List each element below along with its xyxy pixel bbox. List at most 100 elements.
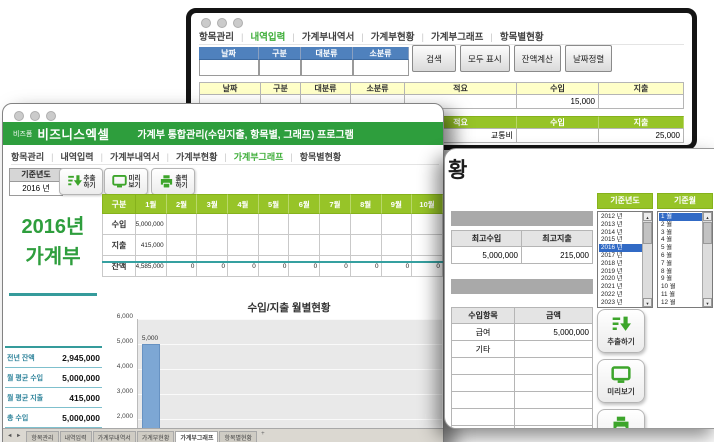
month-value-cell bbox=[258, 235, 290, 256]
scroll-down-icon[interactable]: ▼ bbox=[643, 298, 652, 307]
sheet-tab[interactable]: 가계부현황 bbox=[136, 431, 175, 442]
nav-tab[interactable]: 가계부그래프 bbox=[217, 150, 284, 163]
brand-prefix: 비즈폼 bbox=[13, 130, 33, 138]
app-title: 가계부 통합관리(수입지출, 항목별, 그래프) 프로그램 bbox=[137, 130, 354, 141]
search-subcategory-input[interactable] bbox=[353, 60, 409, 76]
year-option[interactable]: 2023 년 bbox=[599, 299, 642, 307]
add-sheet-icon[interactable]: + bbox=[261, 431, 265, 437]
year-option[interactable]: 2015 년 bbox=[599, 236, 642, 244]
stat-label: 월 평균 수입 bbox=[7, 374, 44, 382]
month-list-header: 기준월 bbox=[657, 193, 713, 209]
month-option[interactable]: 6 월 bbox=[659, 252, 702, 260]
year-option[interactable]: 2012 년 bbox=[599, 213, 642, 221]
nav-tab[interactable]: 내역입력 bbox=[44, 150, 93, 163]
export-button[interactable]: 추출하기 bbox=[59, 168, 103, 195]
month-option[interactable]: 5 월 bbox=[659, 244, 702, 252]
base-year-selector: 기준년도 2016 년 bbox=[9, 168, 63, 196]
year-option[interactable]: 2021 년 bbox=[599, 283, 642, 291]
month-option[interactable]: 11 월 bbox=[659, 291, 702, 299]
sheet-tab[interactable]: 가계부내역서 bbox=[92, 431, 136, 442]
export-button[interactable]: 추출하기 bbox=[597, 309, 645, 353]
month-option[interactable]: 1 월 bbox=[659, 213, 702, 221]
scrollbar-thumb[interactable] bbox=[643, 222, 652, 244]
bar-data-label: 5,000 bbox=[141, 335, 159, 342]
month-option[interactable]: 10 월 bbox=[659, 283, 702, 291]
page-heading-book: 가계부 bbox=[25, 246, 81, 268]
month-value-cell bbox=[381, 235, 413, 256]
income-items-table: 수입항목 금액 급여 5,000,000 기타 bbox=[451, 307, 593, 428]
sheet-nav-arrows-icon[interactable]: ◄ ► bbox=[7, 431, 22, 439]
search-header-cell: 날짜 bbox=[199, 47, 259, 60]
income-row: 급여 5,000,000 bbox=[451, 324, 593, 341]
preview-button[interactable]: 미리보기 bbox=[597, 359, 645, 403]
preview-button[interactable]: 미리보기 bbox=[104, 168, 148, 195]
window-zoom-button[interactable] bbox=[46, 111, 56, 121]
search-date-input[interactable] bbox=[199, 60, 259, 76]
year-list-scrollbar[interactable]: ▲ ▼ bbox=[642, 212, 652, 307]
month-option[interactable]: 7 월 bbox=[659, 260, 702, 268]
month-option[interactable]: 4 월 bbox=[659, 236, 702, 244]
nav-tab[interactable]: 가계부내역서 bbox=[94, 150, 160, 163]
entry-cell[interactable] bbox=[599, 95, 684, 109]
row-label: 수입 bbox=[102, 214, 136, 235]
income-header-cell: 수입항목 bbox=[451, 307, 515, 324]
nav-tab[interactable]: 내역입력 bbox=[234, 29, 285, 43]
brand-name: 비즈니스엑셀 bbox=[37, 128, 110, 142]
window-close-button[interactable] bbox=[201, 18, 211, 28]
print-icon bbox=[613, 416, 629, 428]
nav-tab[interactable]: 가계부그래프 bbox=[415, 29, 483, 43]
month-option[interactable]: 9 월 bbox=[659, 275, 702, 283]
search-action-button[interactable]: 검색 bbox=[412, 45, 456, 72]
year-option[interactable]: 2020 년 bbox=[599, 275, 642, 283]
year-option[interactable]: 2014 년 bbox=[599, 229, 642, 237]
stat-value: 2,945,000 bbox=[62, 352, 100, 363]
sheet-tab[interactable]: 가계부그래프 bbox=[175, 431, 219, 442]
month-option[interactable]: 3 월 bbox=[659, 229, 702, 237]
scroll-down-icon[interactable]: ▼ bbox=[703, 298, 712, 307]
month-list-scrollbar[interactable]: ▲ ▼ bbox=[702, 212, 712, 307]
year-option[interactable]: 2019 년 bbox=[599, 268, 642, 276]
year-option[interactable]: 2022 년 bbox=[599, 291, 642, 299]
nav-tab[interactable]: 항목별현황 bbox=[483, 29, 544, 43]
sheet-tab[interactable]: 항목관리 bbox=[26, 431, 59, 442]
scroll-up-icon[interactable]: ▲ bbox=[643, 212, 652, 221]
search-type-input[interactable] bbox=[259, 60, 301, 76]
year-option[interactable]: 2017 년 bbox=[599, 252, 642, 260]
entry-table-header: 날짜 구분 대분류 소분류 적요 수입 지출 bbox=[199, 82, 684, 95]
base-year-value[interactable]: 2016 년 bbox=[9, 182, 63, 196]
year-option[interactable]: 2018 년 bbox=[599, 260, 642, 268]
window-zoom-button[interactable] bbox=[233, 18, 243, 28]
month-value-cell bbox=[320, 214, 351, 235]
nav-tab[interactable]: 항목별현황 bbox=[283, 150, 341, 163]
income-row bbox=[451, 358, 593, 375]
nav-tab[interactable]: 항목관리 bbox=[11, 150, 44, 163]
search-action-button[interactable]: 잔액계산 bbox=[513, 45, 561, 72]
month-option[interactable]: 8 월 bbox=[659, 268, 702, 276]
month-value-cell: 0 bbox=[289, 256, 321, 277]
nav-tab[interactable]: 항목관리 bbox=[199, 29, 234, 43]
window-minimize-button[interactable] bbox=[217, 18, 227, 28]
window-close-button[interactable] bbox=[14, 111, 24, 121]
nav-tab[interactable]: 가계부현황 bbox=[354, 29, 415, 43]
window-status: 황 최고수입 최고지출 5,000,000 215,000 수입항목 금액 급여 5,… bbox=[444, 148, 714, 429]
nav-tab[interactable]: 가계부내역서 bbox=[285, 29, 354, 43]
search-action-button[interactable]: 모두 표시 bbox=[460, 45, 510, 72]
entry-header-cell: 적요 bbox=[405, 82, 517, 95]
month-option[interactable]: 2 월 bbox=[659, 221, 702, 229]
window-minimize-button[interactable] bbox=[30, 111, 40, 121]
year-option[interactable]: 2016 년 bbox=[599, 244, 642, 252]
month-option[interactable]: 12 월 bbox=[659, 299, 702, 307]
heading-divider bbox=[9, 293, 97, 296]
year-option[interactable]: 2013 년 bbox=[599, 221, 642, 229]
nav-tab[interactable]: 가계부현황 bbox=[160, 150, 217, 163]
sheet-tab[interactable]: 항목별현황 bbox=[219, 431, 258, 442]
entry-cell[interactable]: 15,000 bbox=[517, 95, 599, 109]
search-action-button[interactable]: 날짜정렬 bbox=[564, 45, 613, 72]
scrollbar-thumb[interactable] bbox=[703, 222, 712, 244]
sheet-tab[interactable]: 내역입력 bbox=[59, 431, 92, 442]
print-button[interactable]: 출력하기 bbox=[597, 409, 645, 428]
print-button[interactable]: 출력하기 bbox=[151, 168, 195, 195]
entry-header-cell: 지출 bbox=[599, 82, 684, 95]
scroll-up-icon[interactable]: ▲ bbox=[703, 212, 712, 221]
search-category-input[interactable] bbox=[301, 60, 353, 76]
